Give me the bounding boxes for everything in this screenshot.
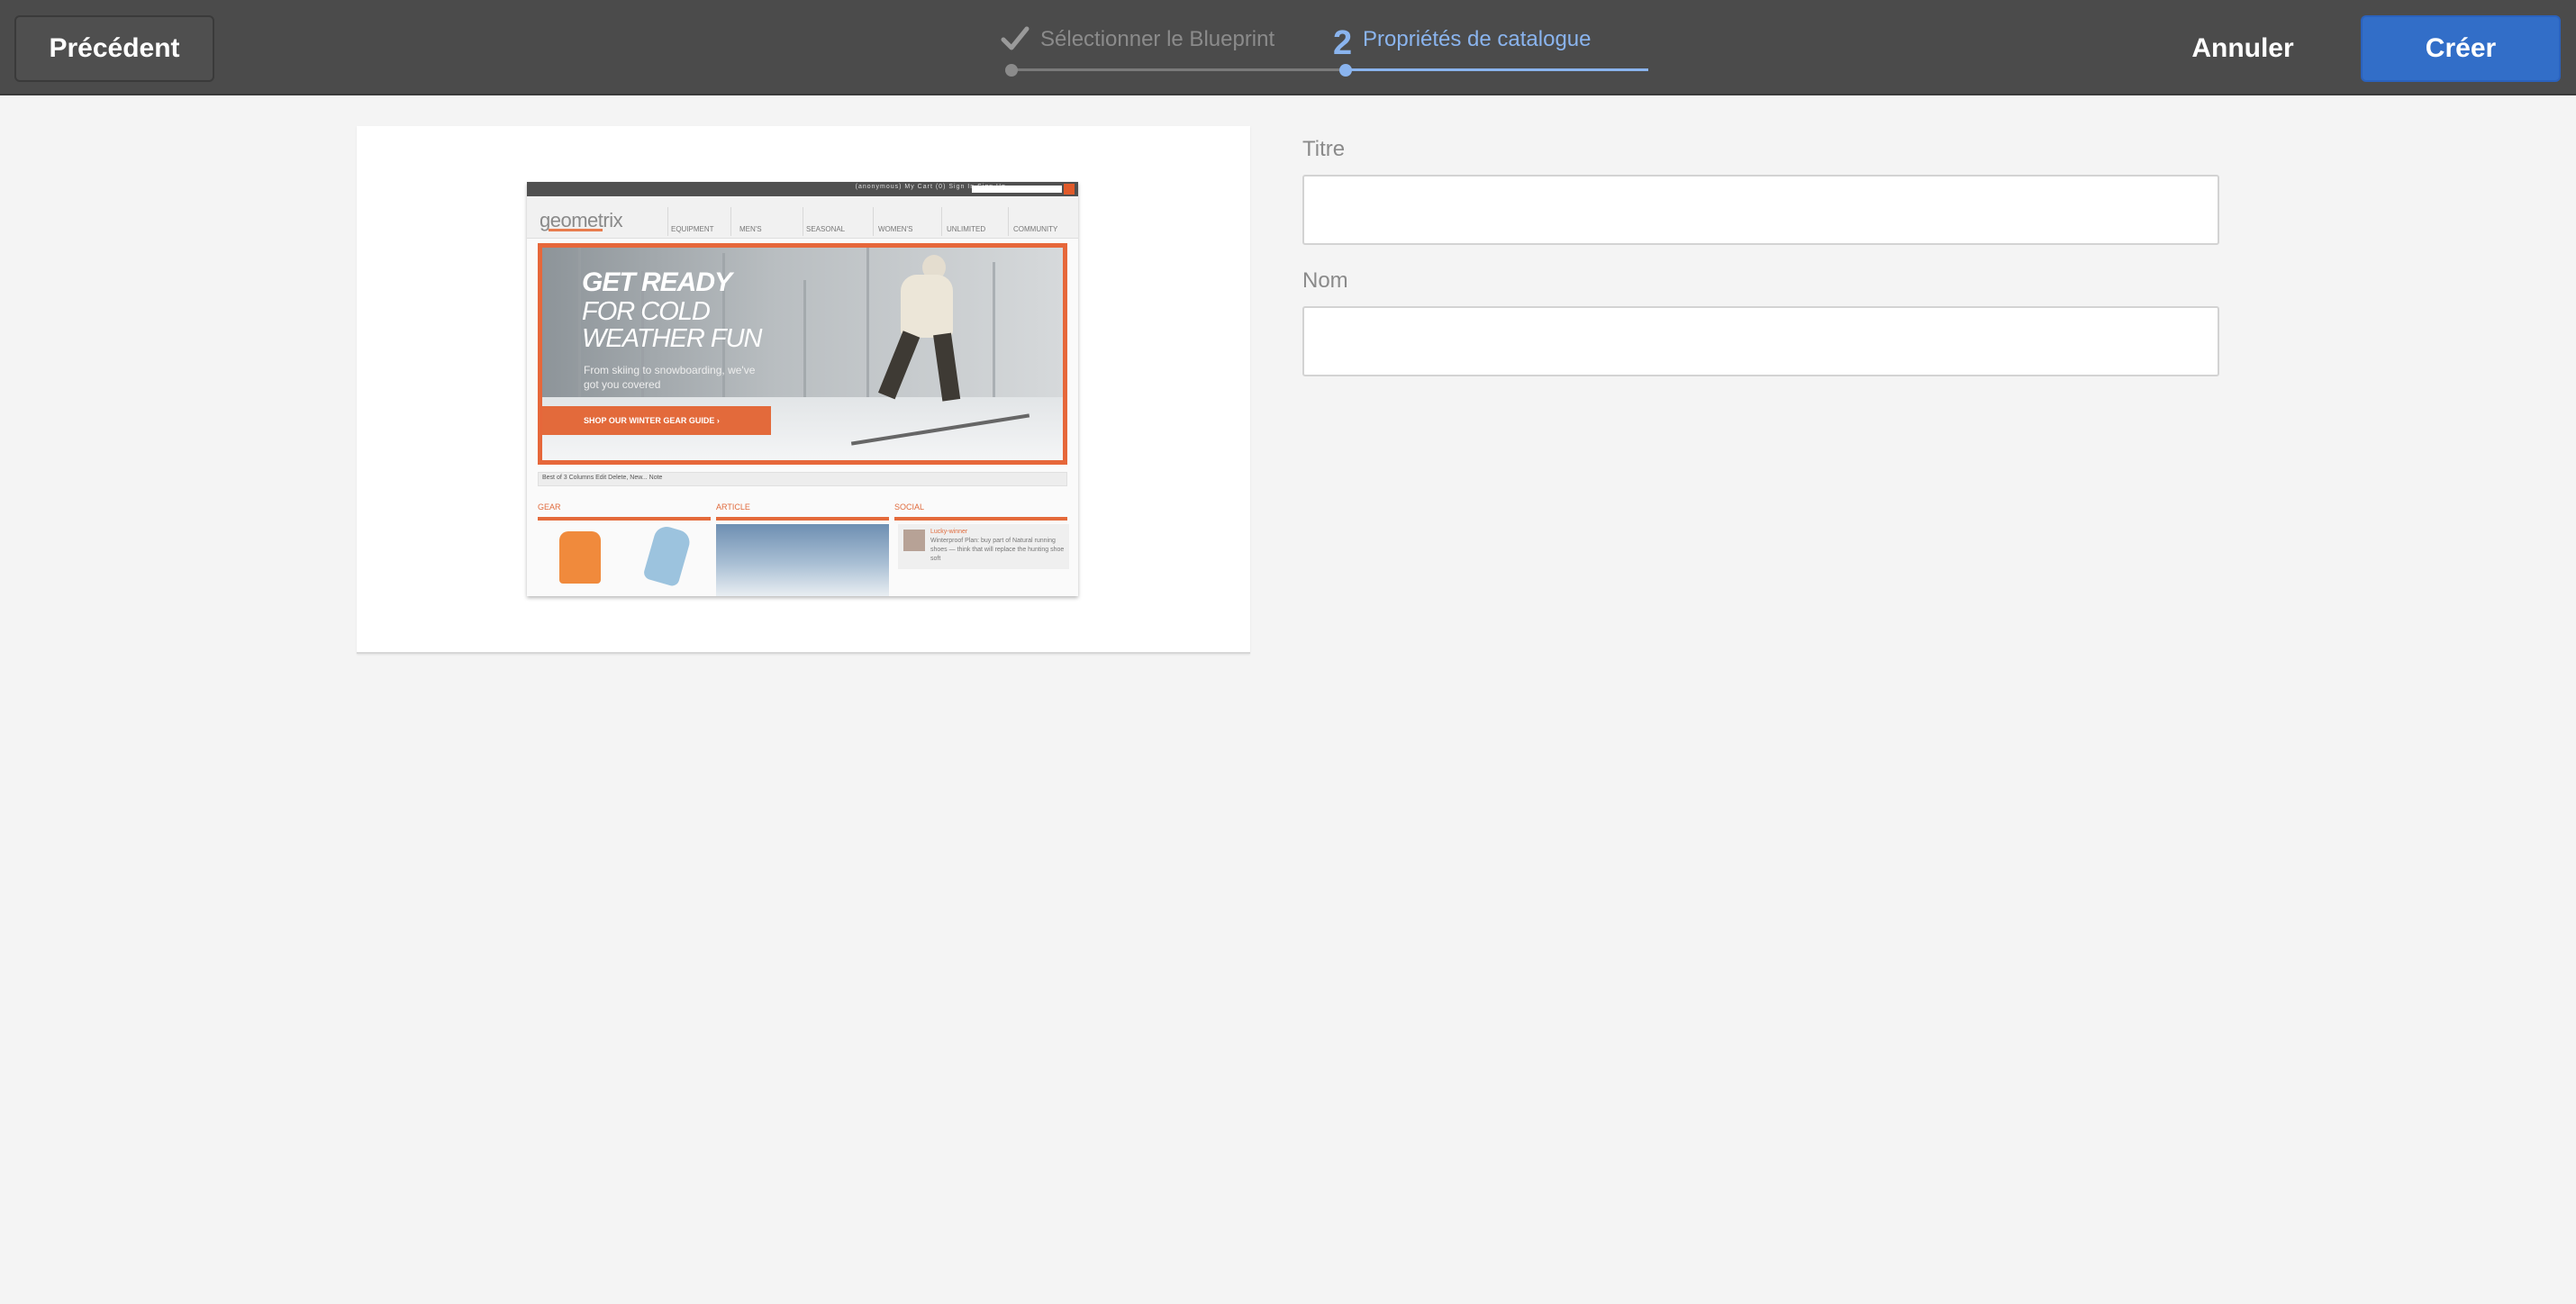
step-1-label[interactable]: Sélectionner le Blueprint (1040, 27, 1274, 52)
thumb-nav-sep (873, 207, 874, 236)
title-label: Titre (1302, 137, 1346, 161)
thumb-hero-headline: FOR COLD (582, 297, 711, 326)
thumb-nav-item: UNLIMITED (947, 225, 986, 233)
thumb-column-title: ARTICLE (716, 503, 750, 512)
thumb-social-name: Lucky-winner (930, 529, 968, 535)
thumb-nav-item: SEASONAL (806, 225, 846, 233)
thumb-column-title: GEAR (538, 503, 561, 512)
thumb-nav-item: WOMEN'S (878, 225, 913, 233)
step-2-label: Propriétés de catalogue (1363, 27, 1592, 51)
thumb-column-rule (716, 517, 889, 521)
blueprint-preview-card: (anonymous) My Cart (0) Sign In Sign Up … (357, 126, 1250, 654)
thumb-search-icon (1064, 184, 1075, 195)
thumb-search-box (972, 186, 1062, 193)
thumb-hero-headline: GET READY (582, 267, 732, 297)
thumb-social-avatar (903, 530, 925, 551)
step-1-dot (1005, 64, 1018, 77)
thumb-article-image (716, 524, 889, 596)
thumb-nav-sep (1008, 207, 1009, 236)
step-2-dot (1339, 64, 1352, 77)
title-input[interactable] (1302, 175, 2219, 245)
thumb-breadcrumb-bar: Best of 3 Columns Edit Delete, New... No… (538, 472, 1067, 486)
cancel-button[interactable]: Annuler (2162, 15, 2324, 82)
wizard-toolbar: Précédent Sélectionner le Blueprint 2 Pr… (0, 0, 2576, 95)
thumb-skier (933, 332, 961, 402)
thumb-hero-cta: SHOP OUR WINTER GEAR GUIDE › (542, 406, 771, 435)
previous-button[interactable]: Précédent (14, 15, 214, 82)
thumb-nav-sep (730, 207, 731, 236)
thumb-hero-banner: GET READY FOR COLD WEATHER FUN From skii… (538, 243, 1067, 465)
thumb-nav-sep (941, 207, 942, 236)
thumb-backpack-image (642, 523, 693, 588)
thumb-nav-sep (667, 207, 668, 236)
blueprint-thumbnail: (anonymous) My Cart (0) Sign In Sign Up … (527, 182, 1078, 596)
thumb-breadcrumb: Best of 3 Columns Edit Delete, New... No… (542, 475, 663, 481)
thumb-hero-headline: WEATHER FUN (582, 324, 763, 353)
thumb-nav-item: EQUIPMENT (671, 225, 714, 233)
thumb-hero-subtext: From skiing to snowboarding, we've got y… (584, 364, 756, 391)
step-1-track (1012, 68, 1346, 71)
name-label: Nom (1302, 268, 1348, 293)
create-button[interactable]: Créer (2361, 15, 2561, 82)
thumb-skier (901, 275, 953, 338)
thumb-column-rule (894, 517, 1067, 521)
checkmark-icon (1001, 26, 1029, 50)
thumb-jacket-image (559, 531, 601, 584)
thumb-nav-item: COMMUNITY (1013, 225, 1058, 233)
thumb-skier (878, 331, 921, 400)
thumb-column-rule (538, 517, 711, 521)
step-2-track (1346, 68, 1648, 71)
thumb-social-body: Winterproof Plan: buy part of Natural ru… (930, 538, 1065, 562)
step-2-number: 2 (1333, 24, 1353, 62)
thumb-column-title: SOCIAL (894, 503, 925, 512)
thumb-social-text: Lucky-winner Winterproof Plan: buy part … (930, 528, 1066, 564)
thumb-logo-underline (549, 229, 603, 231)
thumb-nav-item: MEN'S (739, 225, 762, 233)
name-input[interactable] (1302, 306, 2219, 376)
